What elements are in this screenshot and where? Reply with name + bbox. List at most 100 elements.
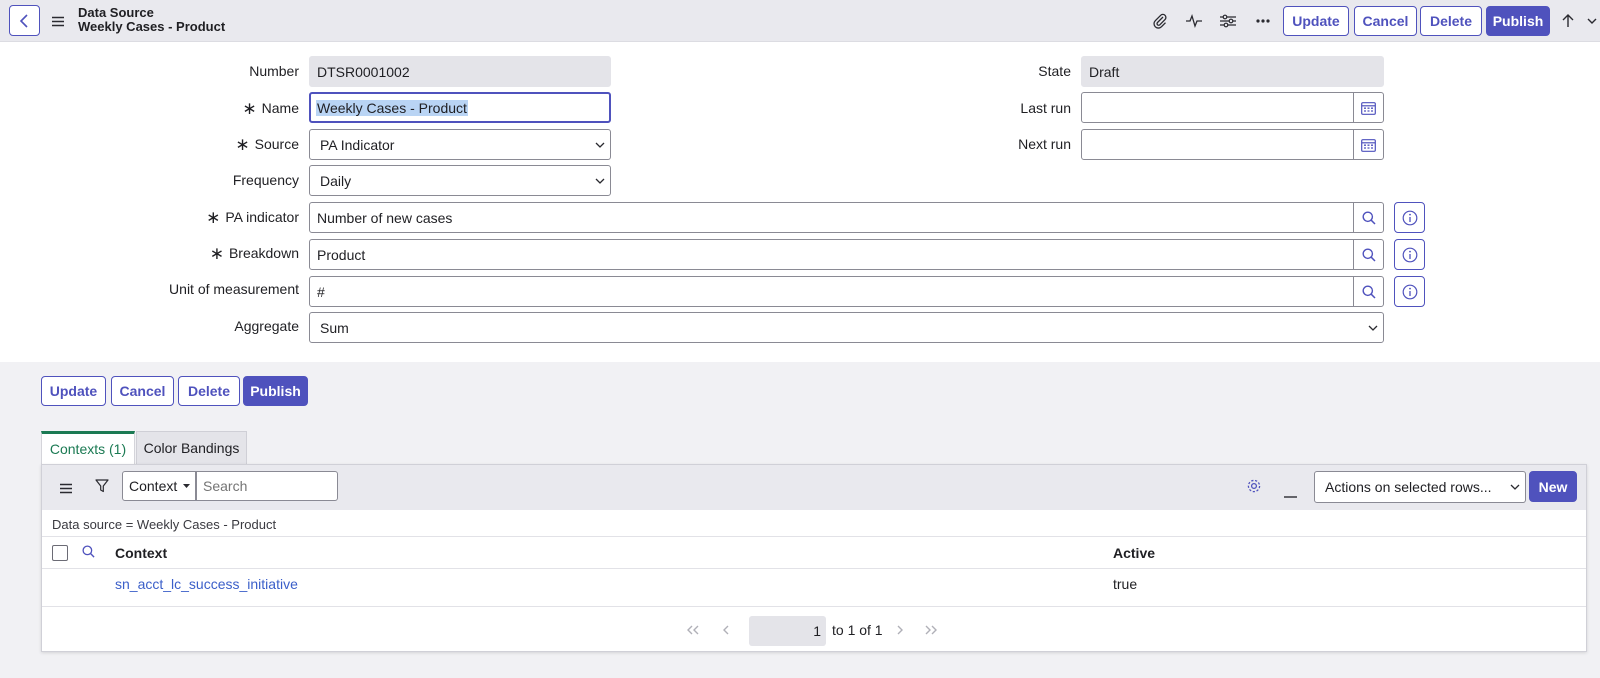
activity-button[interactable] — [1184, 11, 1204, 31]
search-icon — [82, 545, 95, 558]
previous-record-button[interactable] — [1558, 11, 1578, 31]
search-field-select[interactable]: Context — [122, 471, 196, 501]
chevron-left-icon — [19, 13, 28, 28]
frequency-label: Frequency — [232, 172, 299, 188]
page-input[interactable]: 1 — [749, 616, 826, 646]
select-all-checkbox[interactable] — [52, 545, 68, 561]
breakdown-info-button[interactable] — [1394, 239, 1425, 270]
required-indicator: ∗ — [235, 135, 250, 154]
actions-select[interactable]: Actions on selected rows... — [1314, 471, 1526, 503]
header-publish-button[interactable]: Publish — [1486, 6, 1550, 36]
unit-info-button[interactable] — [1394, 276, 1425, 307]
context-menu-button[interactable] — [52, 14, 64, 30]
filter-button[interactable] — [95, 479, 109, 496]
divider — [42, 536, 1586, 537]
attachment-button[interactable] — [1150, 11, 1170, 31]
breakdown-lookup-button[interactable] — [1353, 239, 1384, 270]
list-menu-button[interactable] — [60, 481, 72, 497]
calendar-icon — [1361, 101, 1376, 115]
new-button[interactable]: New — [1529, 471, 1577, 502]
last-run-field[interactable] — [1081, 92, 1354, 123]
frequency-select[interactable]: Daily — [309, 165, 611, 196]
last-page-button[interactable] — [924, 622, 938, 638]
last-run-calendar-button[interactable] — [1353, 92, 1384, 123]
required-indicator: ∗ — [242, 99, 257, 118]
required-indicator: ∗ — [209, 244, 224, 263]
column-header-context[interactable]: Context — [115, 545, 167, 561]
number-value: DTSR0001002 — [317, 63, 410, 80]
state-value: Draft — [1089, 63, 1120, 80]
name-label: ∗ Name — [242, 99, 299, 118]
next-run-field[interactable] — [1081, 129, 1354, 160]
divider — [42, 606, 1586, 607]
column-header-active[interactable]: Active — [1113, 545, 1155, 561]
chevron-left-icon — [723, 625, 729, 635]
chevron-down-icon — [1587, 18, 1597, 24]
info-icon — [1402, 210, 1417, 225]
state-field: Draft — [1081, 56, 1384, 87]
previous-page-button[interactable] — [722, 622, 730, 638]
first-page-button[interactable] — [686, 622, 700, 638]
page-number: 1 — [813, 623, 821, 639]
aggregate-label: Aggregate — [234, 318, 299, 334]
next-record-button[interactable] — [1584, 11, 1600, 31]
back-button[interactable] — [9, 5, 40, 36]
context-link[interactable]: sn_acct_lc_success_initiative — [115, 576, 298, 592]
gear-icon — [1247, 479, 1261, 493]
aggregate-value: Sum — [320, 319, 349, 336]
calendar-icon — [1361, 138, 1376, 152]
cancel-button[interactable]: Cancel — [111, 376, 174, 406]
filter-breadcrumb[interactable]: Data source = Weekly Cases - Product — [52, 517, 276, 532]
search-input[interactable] — [196, 471, 338, 501]
active-cell: true — [1113, 576, 1138, 592]
state-label: State — [1038, 63, 1071, 79]
paperclip-icon — [1153, 13, 1167, 29]
more-options-button[interactable] — [1253, 11, 1273, 31]
header-titles: Data Source Weekly Cases - Product — [78, 6, 225, 34]
form-header: Data Source Weekly Cases - Product Updat… — [0, 0, 1600, 42]
unit-lookup-button[interactable] — [1353, 276, 1384, 307]
pa-indicator-lookup-button[interactable] — [1353, 202, 1384, 233]
list-toolbar: Context Actions on selected rows... New — [42, 465, 1586, 510]
source-value: PA Indicator — [320, 136, 395, 153]
chevron-right-icon — [897, 625, 903, 635]
aggregate-select[interactable]: Sum — [309, 312, 1384, 343]
name-value: Weekly Cases - Product — [316, 99, 468, 116]
caret-down-icon — [183, 484, 191, 488]
double-chevron-left-icon — [687, 625, 699, 635]
header-cancel-button[interactable]: Cancel — [1354, 6, 1417, 36]
delete-button[interactable]: Delete — [178, 376, 240, 406]
pa-indicator-info-button[interactable] — [1394, 202, 1425, 233]
actions-select-value: Actions on selected rows... — [1325, 479, 1492, 495]
double-chevron-right-icon — [925, 625, 937, 635]
unit-value: # — [317, 283, 325, 300]
search-icon — [1362, 211, 1376, 225]
personalize-button[interactable] — [1218, 11, 1238, 31]
update-button[interactable]: Update — [41, 376, 106, 406]
breakdown-value: Product — [317, 246, 366, 263]
search-icon — [1362, 248, 1376, 262]
tab-contexts[interactable]: Contexts (1) — [41, 431, 135, 464]
tab-color-bandings[interactable]: Color Bandings — [136, 431, 247, 464]
header-update-button[interactable]: Update — [1283, 6, 1349, 36]
header-delete-button[interactable]: Delete — [1420, 6, 1482, 36]
pulse-icon — [1186, 14, 1202, 28]
next-page-button[interactable] — [896, 622, 904, 638]
name-field[interactable]: Weekly Cases - Product — [309, 92, 611, 123]
unit-field[interactable]: # — [309, 276, 1354, 307]
next-run-calendar-button[interactable] — [1353, 129, 1384, 160]
breakdown-field[interactable]: Product — [309, 239, 1354, 270]
pa-indicator-label: ∗ PA indicator — [206, 208, 299, 227]
chevron-down-icon — [1368, 325, 1378, 331]
pa-indicator-field[interactable]: Number of new cases — [309, 202, 1354, 233]
info-icon — [1402, 247, 1417, 262]
list-settings-button[interactable] — [1246, 478, 1262, 497]
arrow-up-icon — [1562, 14, 1574, 27]
collapse-list-button[interactable] — [1284, 485, 1297, 501]
publish-button[interactable]: Publish — [243, 376, 308, 406]
hamburger-icon — [60, 483, 72, 494]
search-icon — [1362, 285, 1376, 299]
last-run-label: Last run — [1020, 100, 1071, 116]
column-search-button[interactable] — [82, 545, 95, 561]
source-select[interactable]: PA Indicator — [309, 129, 611, 160]
